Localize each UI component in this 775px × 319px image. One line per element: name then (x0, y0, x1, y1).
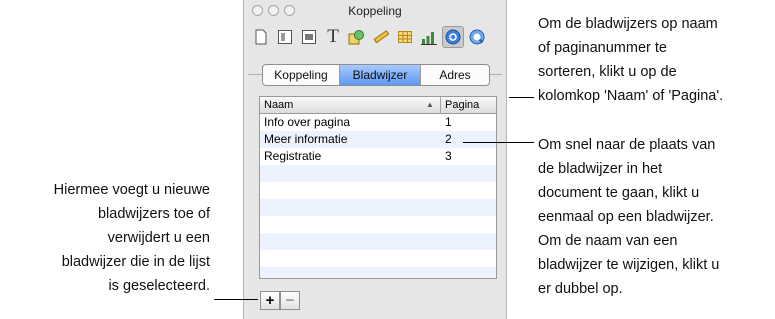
callout-line: de bladwijzer in het (538, 161, 663, 177)
inspector-window: Koppeling T Koppeling Bladwijzer Adres N… (243, 0, 507, 319)
callout-line: of paginanummer te (538, 40, 667, 56)
empty-row (260, 199, 496, 216)
callout-line: bladwijzers toe of (97, 206, 210, 222)
bookmark-page: 1 (445, 115, 452, 129)
link-icon[interactable] (442, 26, 464, 48)
tab-bladwijzer[interactable]: Bladwijzer (340, 65, 421, 85)
empty-row (260, 250, 496, 267)
wrap-icon[interactable] (298, 26, 320, 48)
metrics-icon[interactable] (370, 26, 392, 48)
bookmark-name: Info over pagina (264, 115, 351, 129)
callout-line: Hiermee voegt u nieuwe (53, 182, 210, 198)
quicktime-icon[interactable] (466, 26, 488, 48)
empty-row (260, 182, 496, 199)
table-row[interactable]: Info over pagina 1 (260, 114, 496, 131)
add-bookmark-button[interactable]: + (260, 291, 280, 310)
callout-line: Om de naam van een (538, 233, 678, 249)
table-header: Naam ▲ Pagina (260, 97, 496, 114)
table-row[interactable]: Meer informatie 2 (260, 131, 496, 148)
callout-line: bladwijzer te wijzigen, klikt u (538, 257, 720, 273)
callout-add-remove: Hiermee voegt u nieuwe bladwijzers toe o… (0, 178, 210, 298)
empty-row (260, 165, 496, 182)
leader-line-navigate (463, 142, 534, 143)
bookmark-page: 3 (445, 149, 452, 163)
callout-sort: Om de bladwijzers op naam of paginanumme… (538, 12, 723, 108)
text-icon[interactable]: T (322, 26, 344, 48)
bookmark-table: Naam ▲ Pagina Info over pagina 1 Meer in… (259, 96, 497, 279)
column-divider (440, 97, 441, 113)
callout-line: sorteren, klikt u op de (538, 64, 677, 80)
column-header-name[interactable]: Naam (264, 99, 293, 111)
leader-line-sort (509, 97, 534, 98)
callout-line: Om de bladwijzers op naam (538, 16, 718, 32)
empty-row (260, 233, 496, 250)
callout-navigate-rename: Om snel naar de plaats van de bladwijzer… (538, 133, 719, 301)
callout-line: kolomkop 'Naam' of 'Pagina'. (538, 88, 724, 104)
inspector-toolbar: T (250, 26, 500, 52)
leader-line-add-remove (214, 299, 258, 300)
callout-line: document te gaan, klikt u (538, 185, 700, 201)
remove-bookmark-button[interactable]: − (280, 291, 300, 310)
callout-line: Om snel naar de plaats van (538, 137, 716, 153)
title-bar: Koppeling (244, 0, 506, 20)
window-title: Koppeling (348, 4, 402, 18)
layout-icon[interactable] (274, 26, 296, 48)
document-icon[interactable] (250, 26, 272, 48)
empty-row (260, 216, 496, 233)
graphic-icon[interactable] (346, 26, 368, 48)
bookmark-name: Registratie (264, 149, 322, 163)
tab-adres[interactable]: Adres (421, 65, 489, 85)
bookmark-page: 2 (445, 132, 452, 146)
callout-line: bladwijzer die in de lijst (61, 254, 210, 270)
callout-line: verwijdert u een (107, 230, 210, 246)
callout-line: eenmaal op een bladwijzer. (538, 209, 714, 225)
callout-line: is geselecteerd. (108, 278, 210, 294)
tab-bar: Koppeling Bladwijzer Adres (262, 64, 490, 86)
column-header-page[interactable]: Pagina (445, 99, 479, 111)
chart-icon[interactable] (418, 26, 440, 48)
sort-ascending-icon: ▲ (426, 100, 434, 109)
empty-row (260, 267, 496, 278)
tab-koppeling[interactable]: Koppeling (263, 65, 340, 85)
callout-line: er dubbel op. (538, 281, 623, 297)
table-row[interactable]: Registratie 3 (260, 148, 496, 165)
table-icon[interactable] (394, 26, 416, 48)
bookmark-name: Meer informatie (264, 132, 348, 146)
